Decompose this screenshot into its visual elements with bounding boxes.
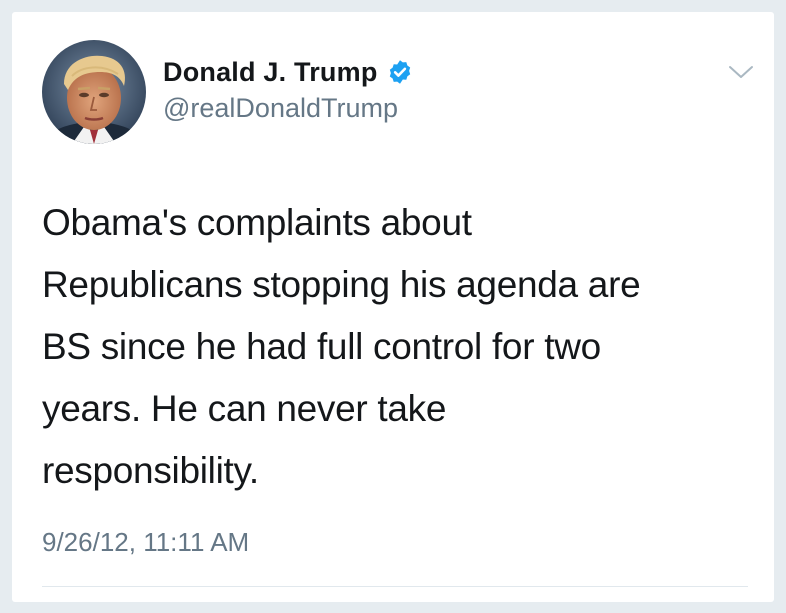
avatar-image — [42, 40, 146, 144]
verified-badge-icon — [389, 60, 410, 84]
author-handle[interactable]: @realDonaldTrump — [163, 93, 398, 124]
tweet-text: Obama's complaints about Republicans sto… — [42, 202, 641, 491]
avatar[interactable] — [42, 40, 146, 144]
tweet-timestamp[interactable]: 9/26/12, 11:11 AM — [42, 527, 249, 558]
divider — [42, 586, 748, 587]
author-name-row[interactable]: Donald J. Trump — [163, 56, 413, 88]
tweet-card: Donald J. Trump @realDonaldTrump Obama's… — [12, 12, 774, 602]
chevron-down-icon[interactable] — [727, 62, 755, 82]
display-name[interactable]: Donald J. Trump — [163, 57, 378, 88]
